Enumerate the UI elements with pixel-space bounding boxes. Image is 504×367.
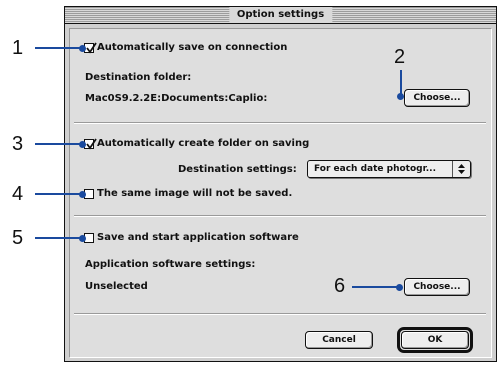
option-settings-window: Option settings bbox=[64, 6, 497, 362]
callout-2-dot bbox=[397, 93, 404, 100]
no-duplicate-label: The same image will not be saved. bbox=[97, 188, 293, 199]
app-selected-value: Unselected bbox=[85, 281, 148, 292]
callout-5-leader bbox=[35, 237, 82, 239]
separator bbox=[74, 122, 486, 124]
callout-6: 6 bbox=[334, 275, 346, 297]
destination-settings-value: For each date photogr... bbox=[314, 164, 437, 174]
separator bbox=[74, 313, 486, 315]
ok-button[interactable]: OK bbox=[401, 331, 469, 349]
callout-4-leader bbox=[35, 193, 82, 195]
auto-create-folder-label: Automatically create folder on saving bbox=[97, 138, 310, 149]
callout-5: 5 bbox=[12, 227, 24, 249]
destination-folder-label: Destination folder: bbox=[85, 72, 192, 83]
callout-1: 1 bbox=[12, 37, 24, 59]
callout-2: 2 bbox=[394, 46, 406, 68]
destination-settings-label: Destination settings: bbox=[178, 164, 297, 175]
callout-1-leader bbox=[35, 47, 82, 49]
callout-3: 3 bbox=[12, 133, 24, 155]
callout-3-leader bbox=[35, 143, 82, 145]
destination-settings-popup[interactable]: For each date photogr... bbox=[307, 160, 471, 178]
separator bbox=[74, 215, 486, 217]
cancel-button[interactable]: Cancel bbox=[305, 331, 373, 349]
callout-5-dot bbox=[79, 235, 86, 242]
title-bar[interactable]: Option settings bbox=[65, 7, 496, 24]
window-title: Option settings bbox=[228, 7, 333, 23]
callout-4: 4 bbox=[12, 183, 24, 205]
check-icon bbox=[86, 42, 97, 54]
callout-3-dot bbox=[79, 141, 86, 148]
callout-6-dot bbox=[396, 284, 403, 291]
popup-arrows-icon bbox=[452, 161, 470, 177]
destination-choose-button[interactable]: Choose... bbox=[404, 89, 470, 107]
callout-1-dot bbox=[79, 45, 86, 52]
app-choose-button[interactable]: Choose... bbox=[404, 278, 470, 296]
callout-6-leader bbox=[352, 286, 400, 288]
auto-save-label: Automatically save on connection bbox=[97, 42, 288, 53]
start-app-label: Save and start application software bbox=[97, 232, 299, 243]
destination-folder-path: Mac0S9.2.2E:Documents:Caplio: bbox=[85, 93, 268, 104]
app-settings-label: Application software settings: bbox=[85, 259, 256, 270]
check-icon bbox=[86, 138, 97, 150]
callout-4-dot bbox=[79, 191, 86, 198]
